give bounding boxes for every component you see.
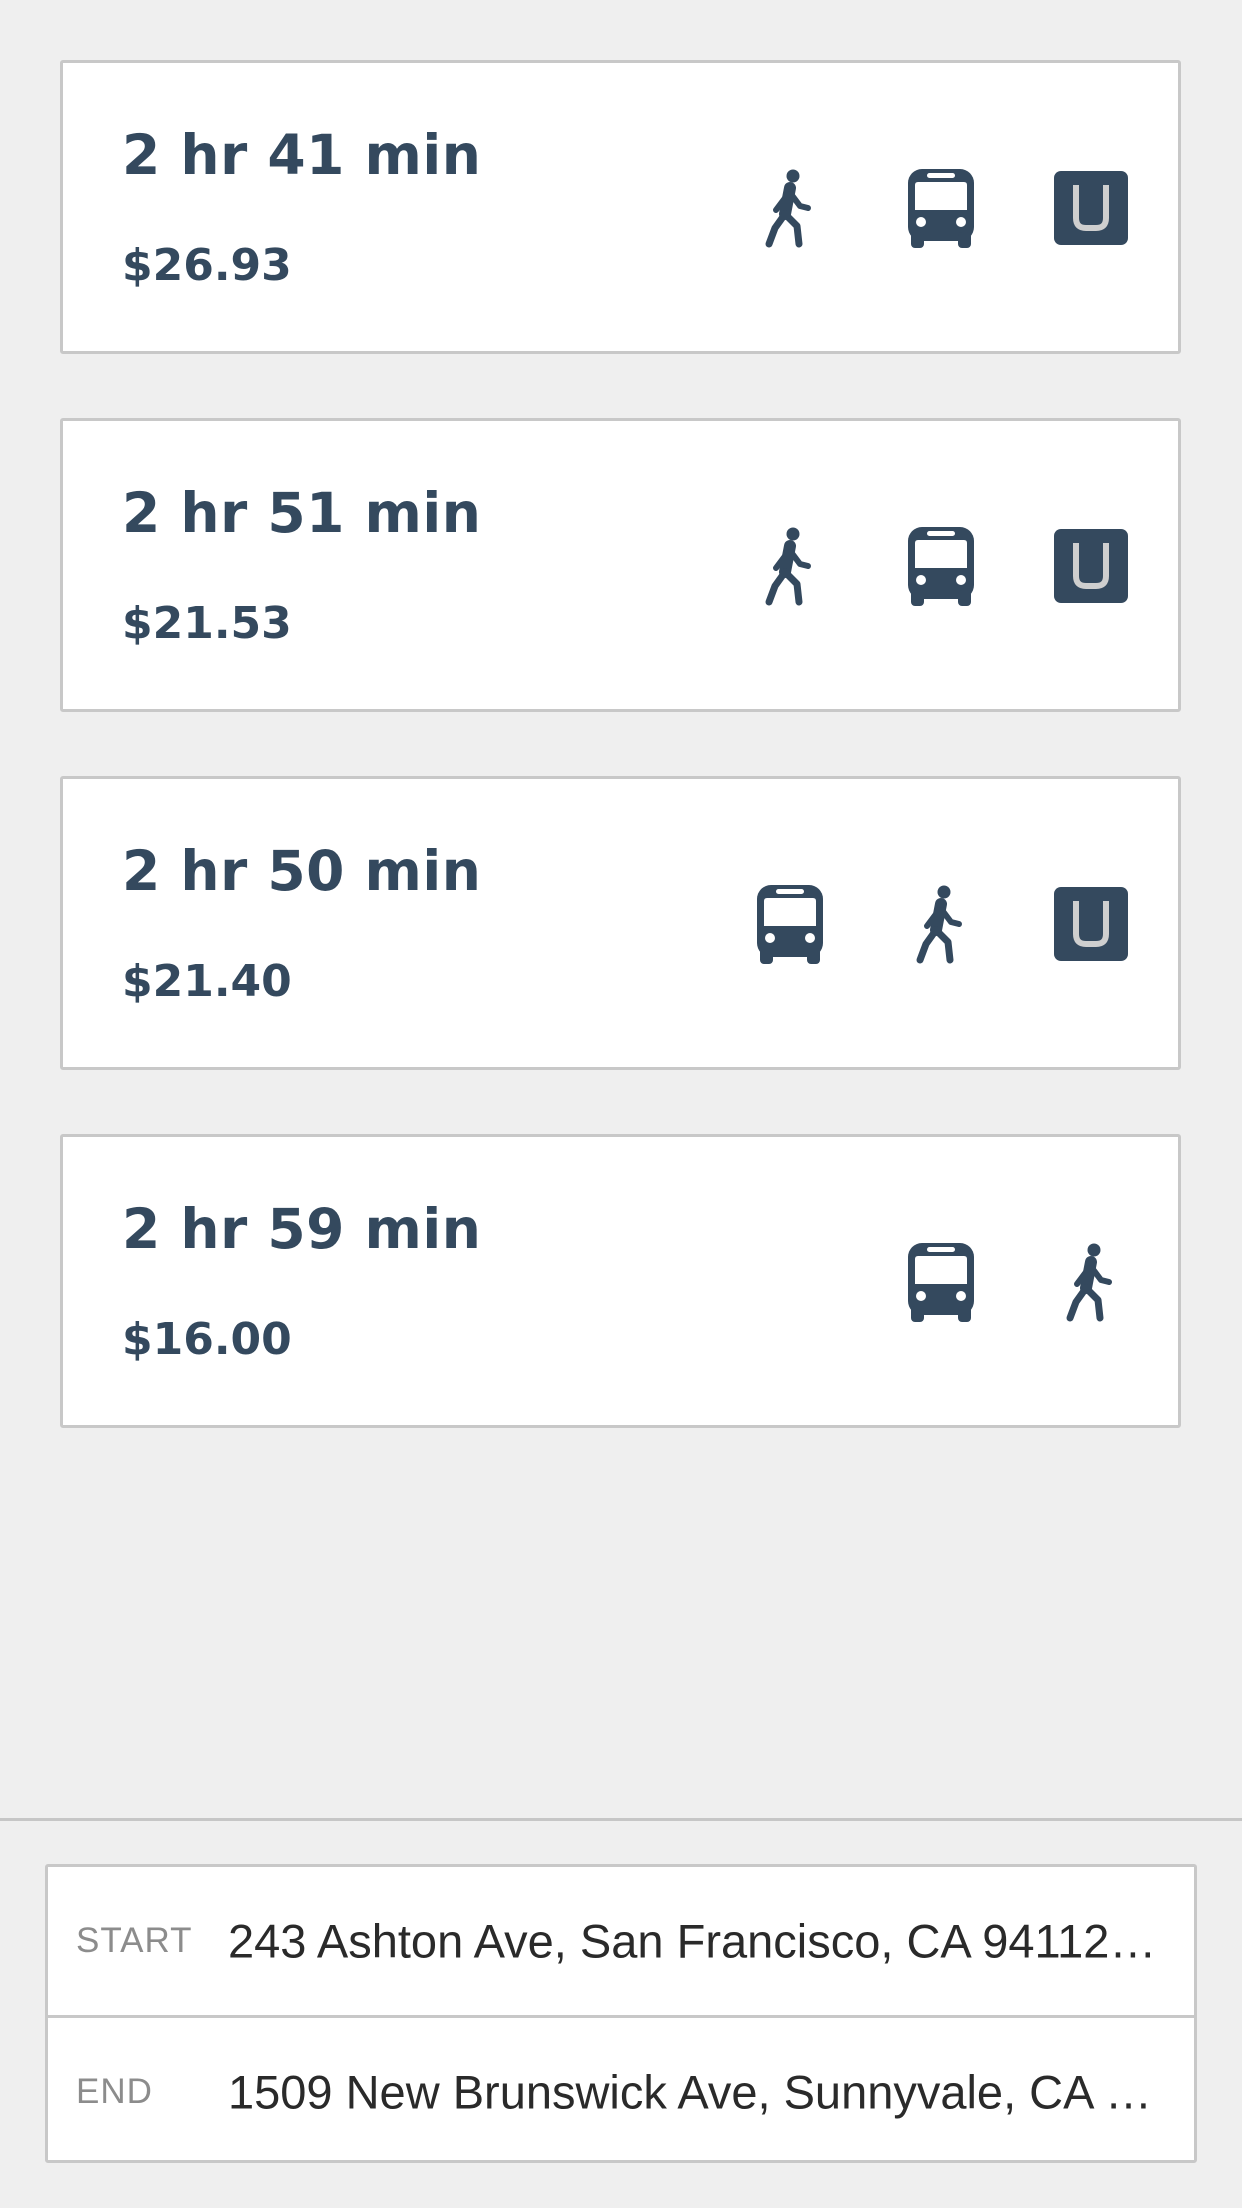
route-price: $16.00 xyxy=(122,1314,292,1365)
uber-icon xyxy=(1049,524,1133,608)
start-label: START xyxy=(76,1921,193,1960)
route-price: $21.53 xyxy=(122,598,292,649)
bus-icon xyxy=(748,882,832,966)
start-location-field[interactable]: START 243 Ashton Ave, San Francisco, CA … xyxy=(48,1867,1194,2015)
route-price: $21.40 xyxy=(122,956,292,1007)
end-label: END xyxy=(76,2072,153,2111)
walk-icon xyxy=(899,882,983,966)
transport-modes xyxy=(63,779,1178,1067)
route-option-3[interactable]: 2 hr 50 min $21.40 xyxy=(60,776,1181,1070)
route-option-1[interactable]: 2 hr 41 min $26.93 xyxy=(60,60,1181,354)
route-price: $26.93 xyxy=(122,240,292,291)
transport-modes xyxy=(63,63,1178,351)
route-duration: 2 hr 41 min xyxy=(122,123,482,187)
walk-icon xyxy=(748,524,832,608)
bus-icon xyxy=(899,524,983,608)
bus-icon xyxy=(899,166,983,250)
end-location-field[interactable]: END 1509 New Brunswick Ave, Sunnyvale, C… xyxy=(48,2015,1194,2166)
route-option-4[interactable]: 2 hr 59 min $16.00 xyxy=(60,1134,1181,1428)
transport-modes xyxy=(63,421,1178,709)
uber-icon xyxy=(1049,166,1133,250)
end-location-value[interactable]: 1509 New Brunswick Ave, Sunnyvale, CA 94… xyxy=(228,2065,1166,2120)
uber-icon xyxy=(1049,882,1133,966)
route-duration: 2 hr 59 min xyxy=(122,1197,482,1261)
start-location-value[interactable]: 243 Ashton Ave, San Francisco, CA 94112,… xyxy=(228,1914,1166,1969)
bus-icon xyxy=(899,1240,983,1324)
walk-icon xyxy=(1049,1240,1133,1324)
location-panel: START 243 Ashton Ave, San Francisco, CA … xyxy=(45,1864,1197,2163)
walk-icon xyxy=(748,166,832,250)
route-duration: 2 hr 51 min xyxy=(122,481,482,545)
route-duration: 2 hr 50 min xyxy=(122,839,482,903)
route-option-2[interactable]: 2 hr 51 min $21.53 xyxy=(60,418,1181,712)
transport-modes xyxy=(63,1137,1178,1425)
divider xyxy=(0,1818,1242,1821)
